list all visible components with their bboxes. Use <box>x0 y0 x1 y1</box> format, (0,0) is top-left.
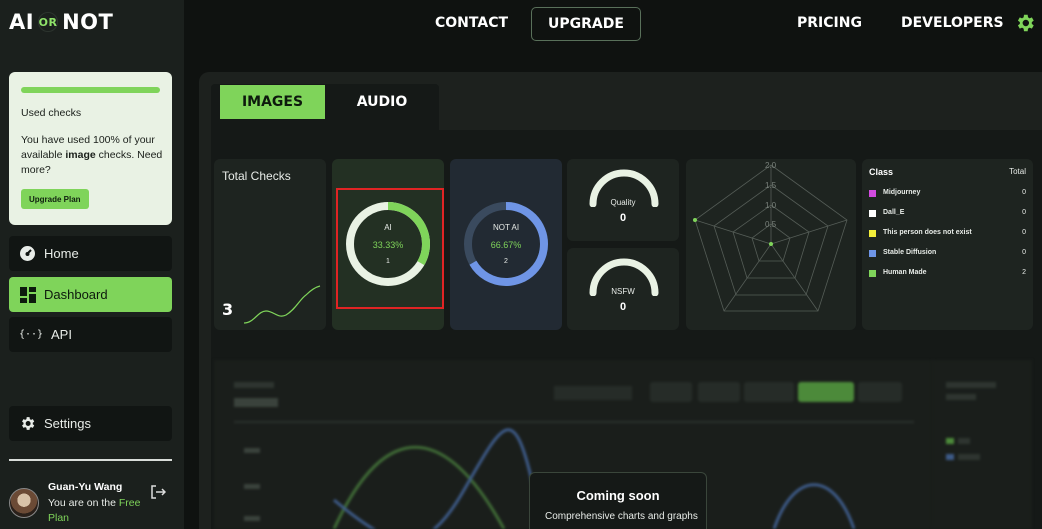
sidebar-item-dashboard[interactable]: Dashboard <box>9 277 172 312</box>
not-ai-count: 2 <box>504 258 508 265</box>
class-label: Human Made <box>883 269 927 276</box>
total-checks-card: Total Checks 3 <box>214 159 326 330</box>
sidebar-item-home[interactable]: Home <box>9 236 172 271</box>
usage-desc-bold: image <box>65 149 96 161</box>
nsfw-value: 0 <box>619 301 627 313</box>
nsfw-label: NSFW <box>611 287 635 296</box>
sidebar-item-label: Home <box>44 246 79 261</box>
logout-icon[interactable] <box>150 484 167 500</box>
ai-card-highlight <box>336 188 444 309</box>
nsfw-card: NSFW 0 <box>567 248 679 330</box>
upgrade-plan-button[interactable]: Upgrade Plan <box>21 189 89 209</box>
gear-icon <box>19 415 36 432</box>
class-label: Stable Diffusion <box>883 249 937 256</box>
radar-tick: 2.0 <box>765 161 777 170</box>
class-count: 0 <box>1022 249 1026 256</box>
user-profile: Guan-Yu Wang You are on the Free Plan <box>9 478 179 528</box>
radar-tick: 1.5 <box>765 181 777 190</box>
avatar[interactable] <box>9 488 39 518</box>
coming-soon-title: Coming soon <box>576 488 660 503</box>
user-name: Guan-Yu Wang <box>48 481 123 493</box>
total-checks-sparkline <box>243 285 321 324</box>
sidebar-item-label: Dashboard <box>44 287 108 302</box>
sidebar-item-settings[interactable]: Settings <box>9 406 172 441</box>
class-label: Midjourney <box>883 189 921 196</box>
nav-pricing[interactable]: PRICING <box>797 15 862 31</box>
nav-contact[interactable]: CONTACT <box>435 15 508 31</box>
class-label: This person does not exist <box>883 229 972 236</box>
settings-gear-icon[interactable] <box>1014 12 1036 34</box>
tab-images[interactable]: IMAGES <box>220 85 325 119</box>
class-color-swatch <box>869 270 876 277</box>
class-color-swatch <box>869 230 876 237</box>
quality-card: Quality 0 <box>567 159 679 241</box>
usage-progress-bar <box>21 87 160 93</box>
radar-tick: 1.0 <box>765 201 777 210</box>
logo[interactable]: AI OR NOT <box>9 10 113 34</box>
total-checks-value: 3 <box>222 300 234 319</box>
class-color-swatch <box>869 250 876 257</box>
quality-value: 0 <box>619 212 627 224</box>
class-row: Stable Diffusion 0 <box>869 248 1026 260</box>
usage-card: Used checks You have used 100% of your a… <box>9 72 172 225</box>
upgrade-button[interactable]: UPGRADE <box>531 7 641 41</box>
coming-soon-subtitle: Comprehensive charts and graphs <box>545 511 698 522</box>
total-checks-label: Total Checks <box>222 169 291 183</box>
radar-card: 2.0 1.5 1.0 0.5 <box>686 159 856 330</box>
not-ai-card: NOT AI 66.67% 2 <box>450 159 562 330</box>
not-ai-label: NOT AI <box>492 223 520 232</box>
class-row: Human Made 2 <box>869 268 1026 280</box>
class-count: 0 <box>1022 229 1026 236</box>
gauge-icon <box>19 245 36 262</box>
class-count: 0 <box>1022 189 1026 196</box>
usage-title: Used checks <box>21 107 82 119</box>
dashboard-icon <box>19 286 36 303</box>
coming-soon-overlay: Coming soon Comprehensive charts and gra… <box>529 472 707 529</box>
user-plan-prefix: You are on the <box>48 497 119 509</box>
statistics-side-panel <box>932 360 1032 529</box>
class-row: This person does not exist 0 <box>869 228 1026 240</box>
class-table: Class Total Midjourney 0 Dall_E 0 This perso… <box>862 159 1033 330</box>
tab-audio[interactable]: AUDIO <box>341 85 423 119</box>
not-ai-percent: 66.67% <box>490 240 522 250</box>
sidebar: AI OR NOT Used checks You have used 100%… <box>0 0 184 529</box>
radar-tick: 0.5 <box>765 220 777 229</box>
usage-description: You have used 100% of your available ima… <box>21 133 166 178</box>
class-row: Midjourney 0 <box>869 188 1026 200</box>
sidebar-item-label: API <box>51 327 72 342</box>
sidebar-item-label: Settings <box>44 416 91 431</box>
logo-not: NOT <box>62 10 114 34</box>
class-count: 0 <box>1022 209 1026 216</box>
usage-progress-fill <box>21 87 160 93</box>
radar-chart: 2.0 1.5 1.0 0.5 <box>693 161 848 312</box>
class-row: Dall_E 0 <box>869 208 1026 220</box>
logo-or: OR <box>38 12 59 32</box>
user-plan: You are on the Free Plan <box>48 496 153 526</box>
logo-ai: AI <box>9 10 35 34</box>
class-color-swatch <box>869 210 876 217</box>
class-label: Dall_E <box>883 209 905 216</box>
sidebar-divider <box>9 459 172 461</box>
nav-developers[interactable]: DEVELOPERS <box>901 15 1004 31</box>
class-color-swatch <box>869 190 876 197</box>
class-total-header: Total <box>1009 167 1026 176</box>
class-header: Class <box>869 167 894 177</box>
quality-label: Quality <box>610 198 636 207</box>
sidebar-item-api[interactable]: {··} API <box>9 317 172 352</box>
class-count: 2 <box>1022 269 1026 276</box>
braces-icon: {··} <box>18 329 44 340</box>
